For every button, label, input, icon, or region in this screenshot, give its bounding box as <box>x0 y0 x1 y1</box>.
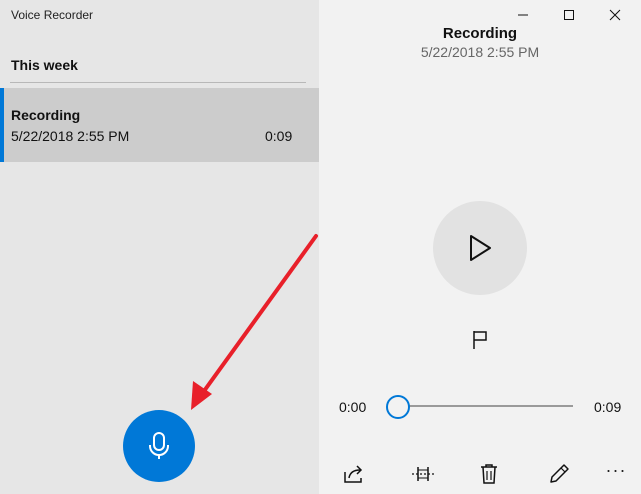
section-header-this-week: This week <box>11 57 78 73</box>
total-duration: 0:09 <box>594 399 622 415</box>
list-item[interactable]: Recording 5/22/2018 2:55 PM 0:09 <box>0 88 319 162</box>
recordings-pane: Voice Recorder This week Recording 5/22/… <box>0 0 319 494</box>
trim-icon <box>412 467 434 481</box>
more-icon: ··· <box>605 459 627 480</box>
recording-name: Recording <box>11 107 81 123</box>
flag-icon <box>473 331 487 349</box>
close-icon <box>609 9 621 21</box>
delete-button[interactable] <box>477 462 501 486</box>
microphone-icon <box>149 432 169 459</box>
recording-duration: 0:09 <box>265 128 293 144</box>
recording-date: 5/22/2018 2:55 PM <box>11 128 130 144</box>
trash-icon <box>481 464 497 484</box>
record-button[interactable] <box>123 410 195 482</box>
play-button[interactable] <box>433 201 527 295</box>
share-button[interactable] <box>342 462 366 486</box>
seek-track[interactable] <box>398 405 573 407</box>
play-icon <box>470 235 491 261</box>
section-divider <box>10 82 306 83</box>
recording-title: Recording <box>442 25 518 42</box>
minimize-icon <box>518 14 528 16</box>
share-icon <box>344 465 363 483</box>
recording-detail-pane: Recording 5/22/2018 2:55 PM 0:00 0:09 ··… <box>319 0 641 494</box>
pencil-icon <box>550 464 569 483</box>
elapsed-time: 0:00 <box>339 399 367 415</box>
selection-indicator <box>0 88 4 162</box>
maximize-icon <box>564 10 574 20</box>
trim-button[interactable] <box>411 462 435 486</box>
recording-timestamp: 5/22/2018 2:55 PM <box>420 44 540 60</box>
seek-thumb[interactable] <box>386 395 410 419</box>
app-title: Voice Recorder <box>11 8 94 22</box>
more-button[interactable]: ··· <box>604 458 628 482</box>
rename-button[interactable] <box>547 462 571 486</box>
add-marker-button[interactable] <box>469 329 491 351</box>
